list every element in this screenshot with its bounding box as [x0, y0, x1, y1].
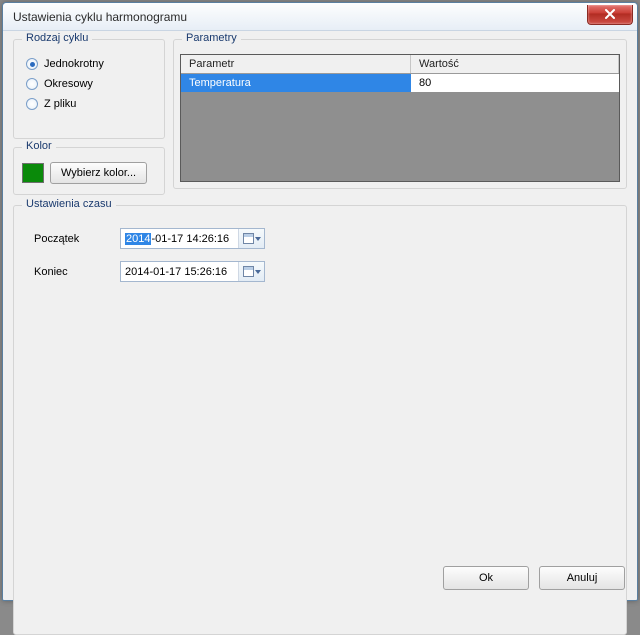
chevron-down-icon [255, 270, 261, 274]
close-icon [605, 9, 615, 19]
end-calendar-button[interactable] [238, 262, 264, 281]
start-calendar-button[interactable] [238, 229, 264, 248]
cell-value: 80 [411, 74, 619, 92]
choose-color-button[interactable]: Wybierz kolor... [50, 162, 147, 184]
end-datetime-input[interactable]: 2014-01-17 15:26:16 [120, 261, 265, 282]
radio-single[interactable]: Jednokrotny [26, 58, 154, 70]
ok-button[interactable]: Ok [443, 566, 529, 590]
radio-icon [26, 98, 38, 110]
cell-param: Temperatura [181, 74, 411, 92]
params-grid: Parametr Wartość Temperatura 80 [180, 54, 620, 182]
calendar-icon [243, 233, 254, 244]
chevron-down-icon [255, 237, 261, 241]
color-group: Kolor Wybierz kolor... [13, 147, 165, 195]
end-label: Koniec [34, 266, 120, 278]
radio-from-file[interactable]: Z pliku [26, 98, 154, 110]
end-datetime-text: 2014-01-17 15:26:16 [121, 266, 238, 278]
time-legend: Ustawienia czasu [22, 198, 116, 210]
table-row[interactable]: Temperatura 80 [181, 74, 619, 92]
start-rest: -01-17 14:26:16 [151, 233, 229, 245]
color-swatch [22, 163, 44, 183]
close-button[interactable] [587, 5, 633, 25]
titlebar: Ustawienia cyklu harmonogramu [3, 3, 637, 31]
start-datetime-text: 2014-01-17 14:26:16 [121, 233, 238, 245]
params-grid-header: Parametr Wartość [181, 55, 619, 74]
radio-single-label: Jednokrotny [44, 58, 104, 70]
end-time-row: Koniec 2014-01-17 15:26:16 [34, 261, 616, 282]
radio-icon [26, 58, 38, 70]
color-legend: Kolor [22, 140, 56, 152]
radio-periodic[interactable]: Okresowy [26, 78, 154, 90]
calendar-icon [243, 266, 254, 277]
start-datetime-input[interactable]: 2014-01-17 14:26:16 [120, 228, 265, 249]
dialog-footer: Ok Anuluj [443, 566, 625, 590]
cycle-type-group: Rodzaj cyklu Jednokrotny Okresowy Z plik… [13, 39, 165, 139]
window-title: Ustawienia cyklu harmonogramu [13, 10, 587, 24]
params-group: Parametry Parametr Wartość Temperatura 8… [173, 39, 627, 189]
radio-periodic-label: Okresowy [44, 78, 93, 90]
start-label: Początek [34, 233, 120, 245]
params-legend: Parametry [182, 32, 241, 44]
cancel-button[interactable]: Anuluj [539, 566, 625, 590]
col-param: Parametr [181, 55, 411, 73]
cycle-type-legend: Rodzaj cyklu [22, 32, 92, 44]
col-value: Wartość [411, 55, 619, 73]
radio-from-file-label: Z pliku [44, 98, 76, 110]
radio-icon [26, 78, 38, 90]
start-time-row: Początek 2014-01-17 14:26:16 [34, 228, 616, 249]
dialog-window: Ustawienia cyklu harmonogramu Rodzaj cyk… [2, 2, 638, 601]
dialog-content: Rodzaj cyklu Jednokrotny Okresowy Z plik… [3, 31, 637, 600]
start-year-selected: 2014 [125, 233, 151, 245]
